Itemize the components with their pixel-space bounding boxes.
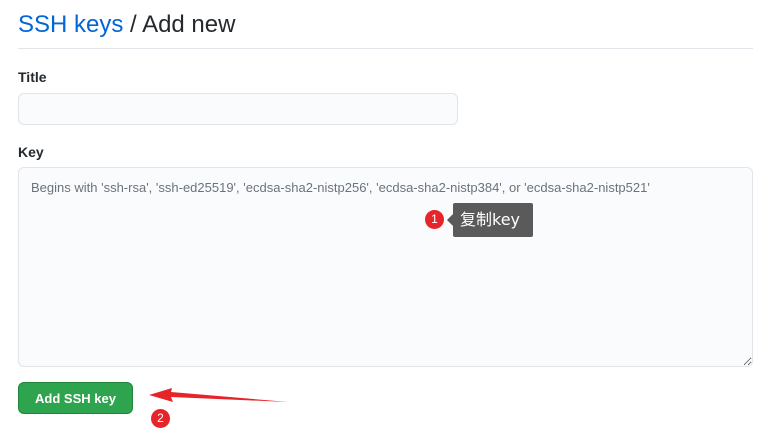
breadcrumb-separator: / bbox=[130, 11, 137, 38]
step-2-marker: 2 bbox=[151, 409, 170, 428]
page-header: SSH keys / Add new bbox=[18, 8, 753, 49]
add-ssh-key-button[interactable]: Add SSH key bbox=[18, 382, 133, 414]
key-textarea[interactable] bbox=[18, 167, 753, 367]
copy-key-callout: 复制key bbox=[446, 203, 534, 237]
key-label: Key bbox=[18, 144, 44, 160]
title-label: Title bbox=[18, 69, 47, 85]
title-input[interactable] bbox=[18, 93, 458, 125]
page-title: Add new bbox=[142, 11, 236, 38]
breadcrumb-ssh-keys-link[interactable]: SSH keys bbox=[18, 11, 123, 38]
step-1-marker: 1 bbox=[425, 210, 444, 229]
pointer-arrow-icon bbox=[149, 388, 288, 402]
